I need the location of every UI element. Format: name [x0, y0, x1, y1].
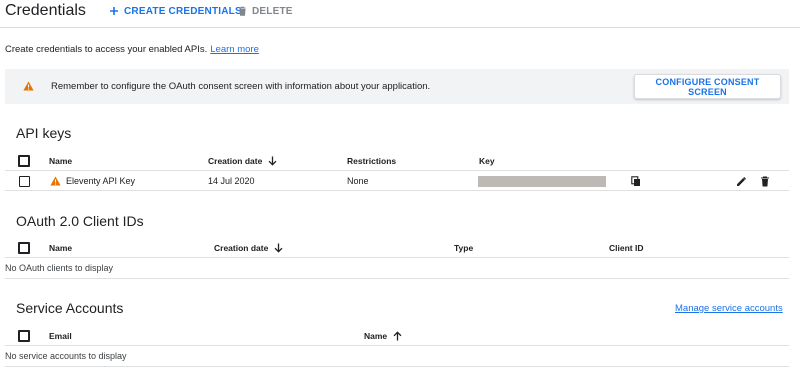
manage-service-accounts-link[interactable]: Manage service accounts [675, 303, 783, 314]
table-header: Email Name [5, 326, 789, 346]
column-creation-date-sort[interactable]: Creation date [214, 238, 283, 258]
intro-text: Create credentials to access your enable… [5, 44, 259, 55]
row-checkbox[interactable] [19, 175, 30, 187]
table-row: Eleventy API Key 14 Jul 2020 None [5, 171, 789, 191]
select-all-checkbox[interactable] [18, 242, 30, 254]
oauth-table: Name Creation date Type Client ID No OAu… [5, 238, 789, 279]
column-creation-date-label: Creation date [208, 156, 263, 166]
copy-key-button[interactable] [631, 171, 641, 191]
table-header: Name Creation date Type Client ID [5, 238, 789, 258]
column-email: Email [49, 331, 72, 341]
api-keys-table: Name Creation date Restrictions Key Elev… [5, 151, 789, 191]
column-key: Key [479, 156, 495, 166]
api-key-creation-date: 14 Jul 2020 [208, 176, 255, 186]
arrow-up-icon [393, 331, 402, 341]
trash-icon [761, 175, 769, 186]
pencil-icon [737, 176, 746, 186]
delete-button[interactable]: DELETE [238, 4, 293, 18]
service-accounts-empty-message: No service accounts to display [5, 346, 789, 367]
column-client-id: Client ID [609, 243, 644, 253]
column-restrictions: Restrictions [347, 156, 397, 166]
oauth-empty-message: No OAuth clients to display [5, 258, 789, 279]
table-header: Name Creation date Restrictions Key [5, 151, 789, 171]
arrow-down-icon [268, 156, 277, 166]
column-creation-date-sort[interactable]: Creation date [208, 151, 277, 171]
service-accounts-table: Email Name No service accounts to displa… [5, 326, 789, 367]
page-title: Credentials [5, 2, 86, 19]
banner-message: Remember to configure the OAuth consent … [51, 81, 431, 92]
consent-warning-banner: Remember to configure the OAuth consent … [5, 69, 789, 104]
copy-icon [631, 175, 640, 186]
edit-key-button[interactable] [736, 171, 747, 191]
select-all-checkbox[interactable] [18, 330, 30, 342]
column-type: Type [454, 243, 474, 253]
create-credentials-label: CREATE CREDENTIALS [124, 5, 242, 17]
column-name: Name [49, 243, 73, 253]
plus-icon [110, 7, 118, 15]
delete-key-button[interactable] [760, 171, 770, 191]
column-name-label: Name [364, 331, 388, 341]
delete-label: DELETE [252, 5, 293, 17]
api-key-name-link[interactable]: Eleventy API Key [66, 176, 135, 186]
warning-icon [50, 176, 61, 186]
api-key-value-masked [478, 175, 606, 187]
toolbar: Credentials CREATE CREDENTIALS DELETE [0, 0, 800, 28]
configure-consent-screen-button[interactable]: CONFIGURE CONSENT SCREEN [634, 74, 781, 99]
learn-more-link[interactable]: Learn more [210, 44, 259, 55]
select-all-checkbox[interactable] [18, 155, 30, 167]
oauth-title: OAuth 2.0 Client IDs [16, 213, 144, 229]
column-name-sort[interactable]: Name [364, 326, 402, 346]
trash-icon [239, 6, 246, 16]
create-credentials-button[interactable]: CREATE CREDENTIALS [109, 4, 242, 18]
column-creation-date-label: Creation date [214, 243, 269, 253]
intro-description: Create credentials to access your enable… [5, 44, 208, 55]
column-name: Name [49, 156, 73, 166]
warning-icon [23, 81, 34, 91]
api-keys-title: API keys [16, 125, 72, 141]
service-accounts-title: Service Accounts [16, 300, 124, 316]
arrow-down-icon [274, 243, 283, 253]
api-key-restrictions: None [347, 176, 369, 186]
